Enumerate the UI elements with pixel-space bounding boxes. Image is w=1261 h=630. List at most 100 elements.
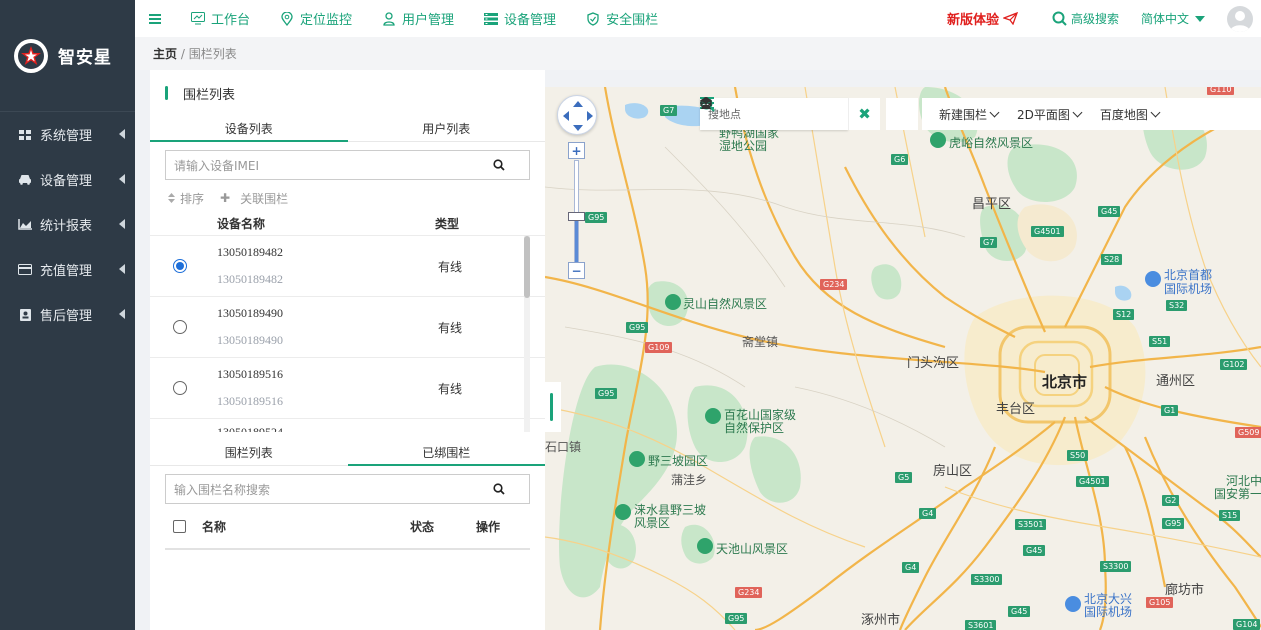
row-radio[interactable] bbox=[173, 381, 187, 395]
map-label-wetland-2: 湿地公园 bbox=[719, 139, 768, 153]
highway-shield: S3601 bbox=[965, 620, 997, 630]
nav-location-monitor[interactable]: 定位监控 bbox=[280, 9, 352, 28]
map-search-button[interactable] bbox=[700, 97, 918, 130]
view-mode-dropdown[interactable]: 2D平面图 bbox=[700, 97, 1083, 123]
language-label: 简体中文 bbox=[1140, 12, 1189, 26]
device-name: 13050189516 bbox=[217, 367, 283, 381]
tabs-top: 设备列表 用户列表 bbox=[150, 116, 545, 142]
map-label-lingshan: 灵山自然风景区 bbox=[683, 297, 768, 311]
sort-button[interactable]: 排序 bbox=[168, 190, 212, 207]
caret-down-icon bbox=[1195, 15, 1205, 22]
map-label-hulu: 虎峪自然风景区 bbox=[949, 136, 1034, 150]
row-radio[interactable] bbox=[173, 259, 187, 273]
link-fence-button[interactable]: ✚ 关联围栏 bbox=[220, 190, 296, 207]
highway-shield: S50 bbox=[1067, 450, 1089, 461]
nav-label: 设备管理 bbox=[504, 13, 557, 28]
new-version-link[interactable]: 新版体验 bbox=[947, 9, 1018, 28]
top-navbar: 工作台 定位监控 用户管理 设备管理 安全围栏 新版体验 高级搜索 简体中文 bbox=[135, 0, 1261, 37]
zoom-in-button[interactable]: + bbox=[568, 142, 585, 159]
nav-security-fence[interactable]: 安全围栏 bbox=[586, 9, 658, 28]
airport-icon bbox=[1065, 596, 1081, 612]
column-header-status: 状态 bbox=[410, 519, 435, 534]
sidebar-item-aftersales[interactable]: 售后管理 bbox=[0, 292, 135, 337]
sidebar-item-recharge[interactable]: 充值管理 bbox=[0, 247, 135, 292]
nav-workbench[interactable]: 工作台 bbox=[191, 9, 250, 28]
device-type: 有线 bbox=[438, 259, 463, 274]
tab-fence-list[interactable]: 围栏列表 bbox=[150, 440, 348, 465]
highway-shield: G104 bbox=[1233, 619, 1261, 630]
sidebar-item-label: 充值管理 bbox=[40, 264, 93, 279]
highway-shield: G4 bbox=[902, 562, 920, 573]
highway-shield: G95 bbox=[1162, 518, 1185, 529]
fence-name-search[interactable]: 输入围栏名称搜索 bbox=[165, 474, 530, 504]
table-row[interactable]: 13050189524 bbox=[150, 419, 545, 432]
clear-icon[interactable]: ✖ bbox=[848, 98, 880, 130]
highway-shield: G5 bbox=[895, 472, 913, 483]
map-label-zhuozhou: 涿州市 bbox=[861, 613, 901, 628]
new-fence-dropdown[interactable]: 新建围栏 bbox=[701, 98, 1000, 123]
tab-user-list[interactable]: 用户列表 bbox=[348, 116, 546, 141]
map-label-tongzhou: 通州区 bbox=[1156, 374, 1196, 389]
highway-shield: G7 bbox=[660, 105, 678, 116]
select-all-checkbox[interactable] bbox=[173, 519, 186, 533]
highway-shield: G45 bbox=[1008, 606, 1031, 617]
map-label-langfang: 廊坊市 bbox=[1165, 583, 1205, 598]
sidebar-item-devices[interactable]: 设备管理 bbox=[0, 157, 135, 202]
avatar[interactable] bbox=[1227, 5, 1253, 32]
list-scrollbar[interactable] bbox=[524, 236, 530, 432]
nav-user-management[interactable]: 用户管理 bbox=[382, 9, 454, 28]
sidebar-item-reports[interactable]: 统计报表 bbox=[0, 202, 135, 247]
search-icon[interactable] bbox=[493, 159, 505, 174]
park-icon bbox=[615, 504, 631, 520]
sidebar-item-label: 统计报表 bbox=[40, 219, 93, 234]
device-name: 13050189482 bbox=[217, 245, 283, 259]
zoom-out-button[interactable]: − bbox=[568, 262, 585, 279]
search-icon[interactable] bbox=[493, 483, 505, 498]
caret-left-icon bbox=[119, 219, 125, 229]
card-icon bbox=[18, 264, 32, 276]
device-imei-search[interactable]: 请输入设备IMEI bbox=[165, 150, 530, 180]
breadcrumb: 主页 / 围栏列表 bbox=[135, 37, 1261, 70]
plus-icon: ✚ bbox=[220, 191, 231, 205]
pan-control[interactable] bbox=[557, 95, 597, 135]
chevron-down-icon bbox=[1072, 107, 1083, 117]
device-type: 有线 bbox=[438, 381, 463, 396]
advanced-search-button[interactable]: 高级搜索 bbox=[1052, 10, 1119, 27]
table-row[interactable]: 13050189490 13050189490 有线 bbox=[150, 297, 545, 358]
map-place-search[interactable]: 搜地点 bbox=[700, 98, 848, 130]
highway-shield: G1 bbox=[1161, 405, 1179, 416]
tab-device-list[interactable]: 设备列表 bbox=[150, 116, 348, 142]
tab-bound-fences[interactable]: 已绑围栏 bbox=[347, 440, 546, 466]
sidebar-item-system[interactable]: 系统管理 bbox=[0, 112, 135, 157]
breadcrumb-home[interactable]: 主页 bbox=[153, 45, 177, 62]
view-mode-label: 2D平面图 bbox=[1017, 107, 1070, 122]
map-source-dropdown[interactable]: 百度地图 bbox=[701, 97, 1161, 123]
device-icon bbox=[484, 12, 499, 26]
language-select[interactable]: 简体中文 bbox=[1141, 10, 1205, 27]
new-version-label: 新版体验 bbox=[946, 13, 999, 28]
row-radio[interactable] bbox=[173, 320, 187, 334]
highway-shield: G4501 bbox=[1076, 476, 1109, 487]
brand-name: 智安星 bbox=[58, 48, 112, 68]
chevron-down-icon bbox=[1150, 107, 1161, 117]
table-row[interactable]: 13050189516 13050189516 有线 bbox=[150, 358, 545, 419]
map-toolbar: 搜地点 ✖ 新建围栏 2D平面图 百度地图 bbox=[700, 97, 1261, 131]
highway-shield: S32 bbox=[1166, 300, 1188, 311]
location-pin-icon bbox=[280, 11, 294, 26]
hamburger-menu-icon[interactable] bbox=[149, 13, 161, 24]
collapse-panel-handle[interactable] bbox=[545, 382, 561, 432]
map-label-baihuashan-2: 自然保护区 bbox=[724, 421, 785, 435]
zoom-slider-handle[interactable] bbox=[568, 212, 585, 221]
map-view[interactable]: 北京市 昌平区 门头沟区 丰台区 通州区 房山区 廊坊市 涿州市 斋堂镇 蒲洼乡… bbox=[545, 87, 1261, 630]
brand-logo[interactable]: 智安星 bbox=[0, 0, 135, 112]
map-base bbox=[545, 87, 1261, 630]
nav-device-management[interactable]: 设备管理 bbox=[484, 9, 556, 28]
map-label-fangshan: 房山区 bbox=[933, 464, 973, 479]
advanced-search-label: 高级搜索 bbox=[1070, 12, 1119, 26]
caret-left-icon bbox=[119, 264, 125, 274]
highway-shield: G45 bbox=[1023, 545, 1046, 556]
table-row[interactable]: 13050189482 13050189482 有线 bbox=[150, 236, 545, 297]
highway-shield: S51 bbox=[1149, 336, 1171, 347]
scrollbar-thumb[interactable] bbox=[524, 236, 530, 298]
nav-label: 工作台 bbox=[211, 13, 251, 28]
